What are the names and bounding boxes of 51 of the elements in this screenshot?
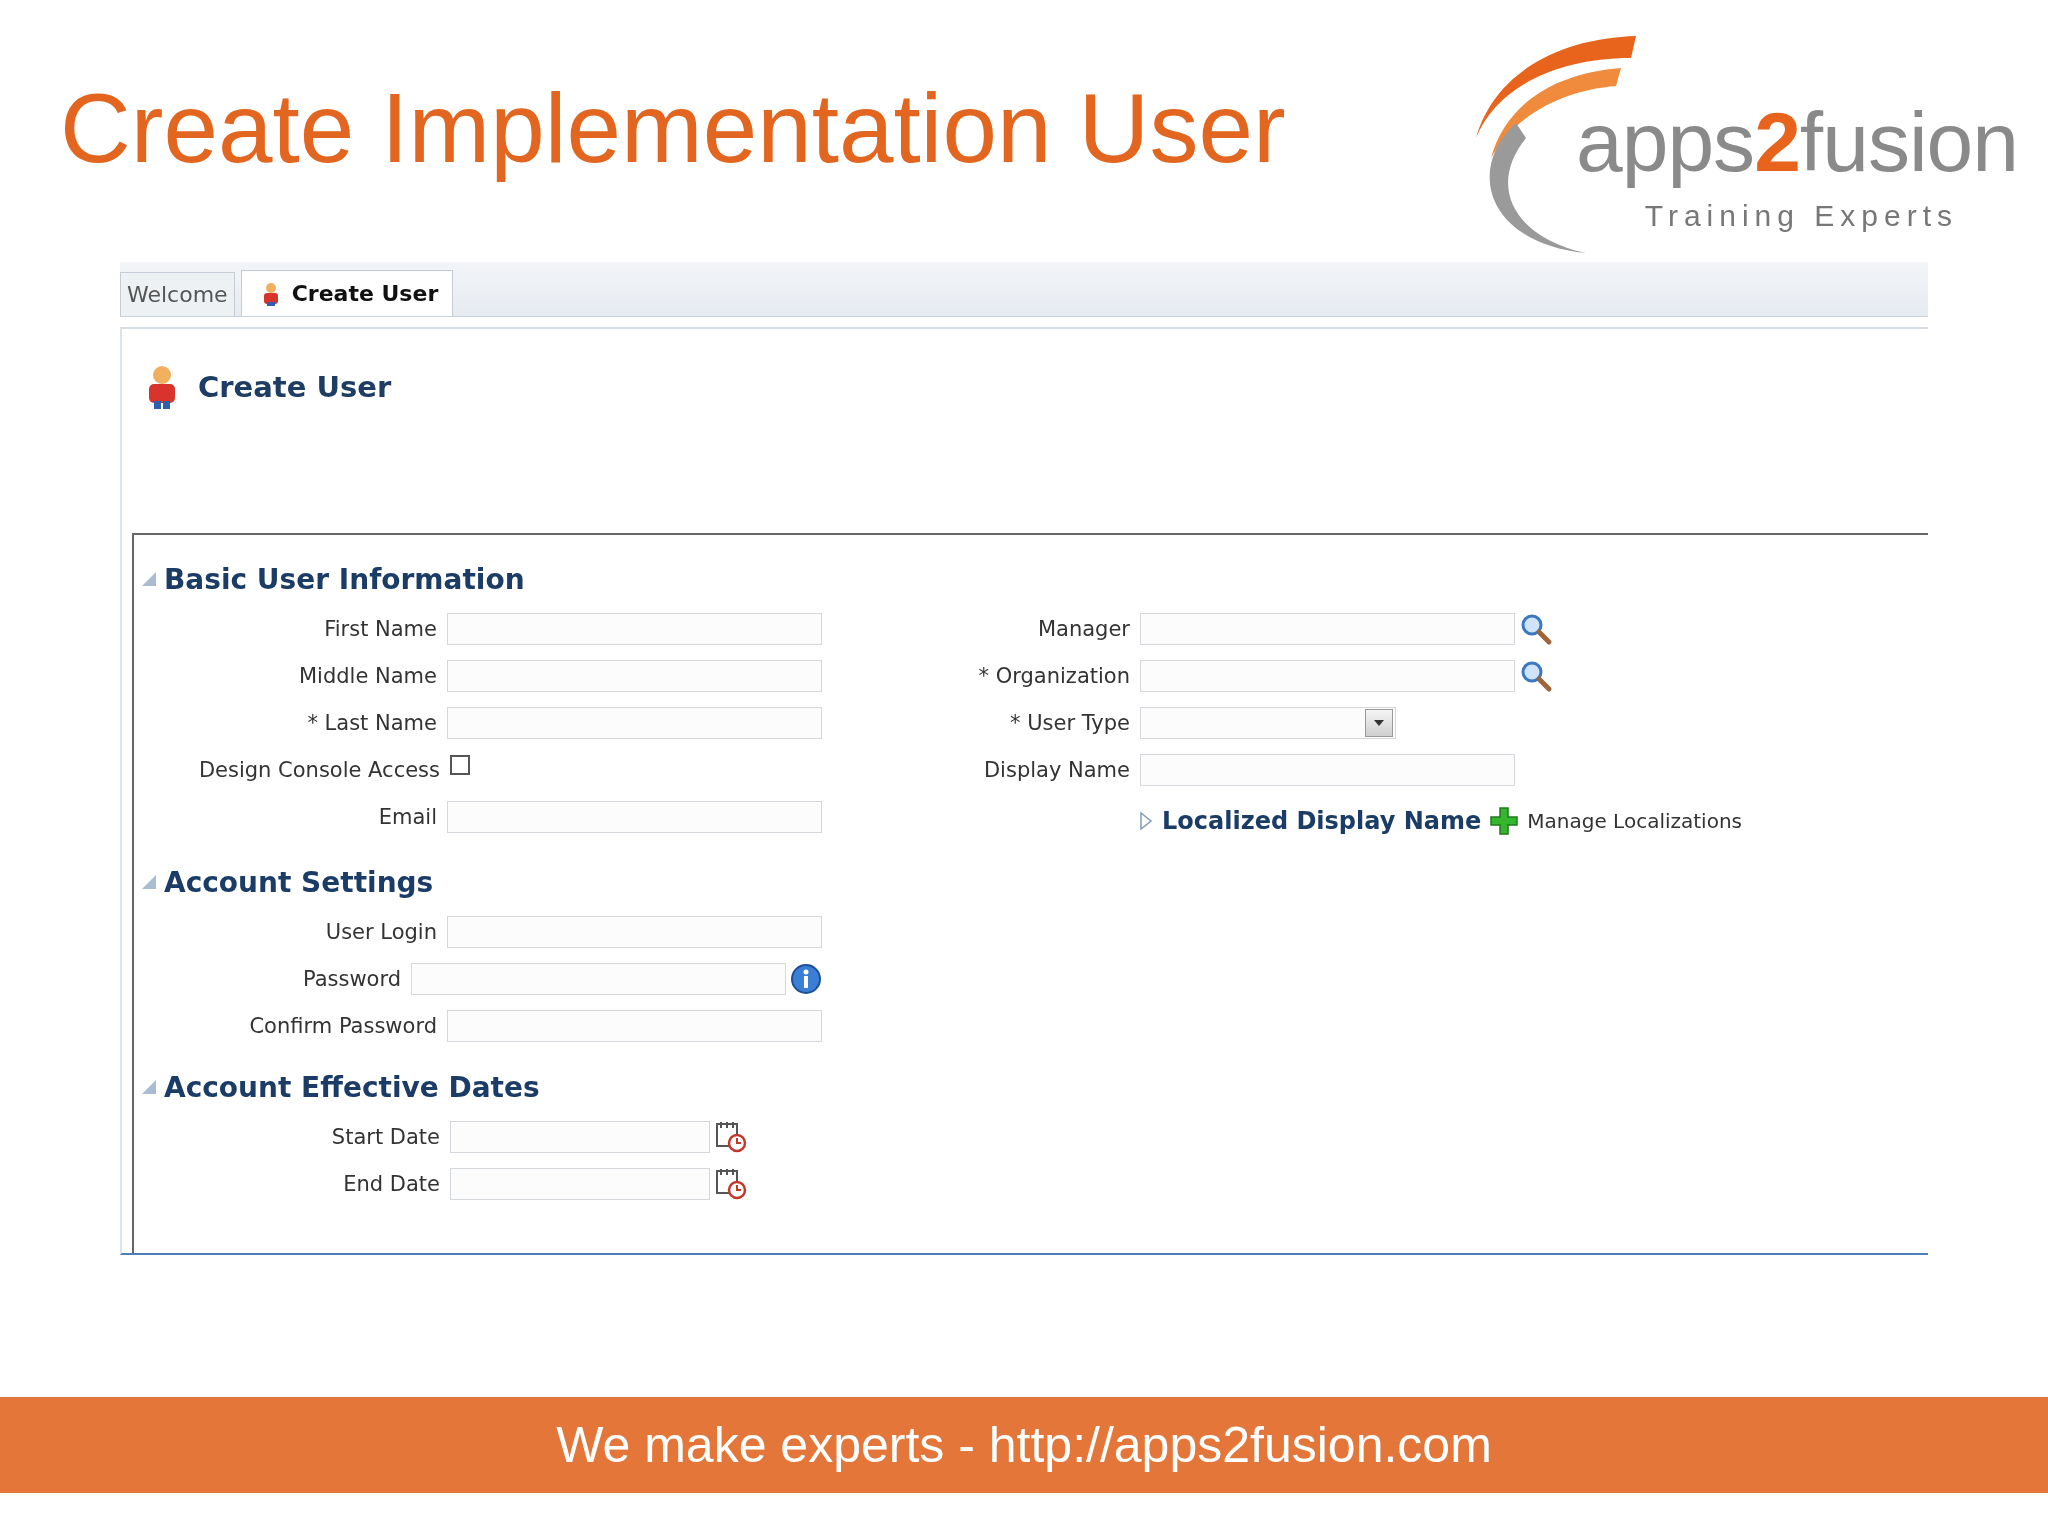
field-label: * Last Name [306,710,437,735]
text-field[interactable] [447,612,822,645]
text-field[interactable] [447,706,822,739]
dropdown-field[interactable] [1140,706,1396,739]
section-title: Account Settings [164,865,434,899]
text-field[interactable] [447,800,822,833]
text-field[interactable] [1140,659,1515,692]
tab[interactable]: Create User [240,270,454,316]
footer-text: We make experts - http://apps2fusion.com [556,1416,1492,1474]
section-title: Basic User Information [164,562,525,596]
field-label: Display Name [982,757,1130,782]
user-icon [146,365,178,409]
field-label: End Date [342,1171,440,1196]
calendar-icon[interactable] [714,1119,748,1154]
checkbox[interactable] [450,754,470,775]
disclosure-icon[interactable] [140,1078,158,1096]
text-field[interactable] [1140,753,1515,786]
field-label: Design Console Access [197,757,440,782]
dropdown-button[interactable] [1365,708,1393,737]
logo-tagline: Training Experts [1644,198,1958,233]
slide-title: Create Implementation User [60,72,1286,185]
field-label: Manager [1036,616,1130,641]
field-label: Middle Name [298,663,437,688]
manage-localizations-link[interactable]: Manage Localizations [1527,808,1742,833]
page-title: Create User [198,370,392,404]
field-label: Email [377,804,437,829]
disclosure-icon[interactable] [140,570,158,588]
field-label: Confirm Password [248,1013,437,1038]
caret-icon [1373,718,1385,727]
logo-wordmark: apps2fusion [1575,94,2018,191]
field-label: * Organization [977,663,1130,688]
field-label: First Name [323,616,437,641]
calendar-icon[interactable] [714,1166,748,1201]
text-field[interactable] [447,915,822,948]
disclosure-icon[interactable] [1138,810,1154,831]
section-title: Account Effective Dates [164,1070,540,1104]
text-field[interactable] [447,1009,822,1042]
field-label: Start Date [330,1124,440,1149]
field-label: Password [301,966,401,991]
date-field[interactable] [450,1120,710,1153]
subsection-title: Localized Display Name [1162,806,1482,835]
date-field[interactable] [450,1167,710,1200]
tab[interactable]: Welcome [120,272,235,316]
text-field[interactable] [411,962,786,995]
text-field[interactable] [1140,612,1515,645]
field-label: * User Type [1009,710,1130,735]
text-field[interactable] [447,659,822,692]
disclosure-icon[interactable] [140,873,158,891]
field-label: User Login [324,919,437,944]
plus-icon[interactable] [1489,805,1520,836]
info-icon[interactable] [790,962,822,995]
